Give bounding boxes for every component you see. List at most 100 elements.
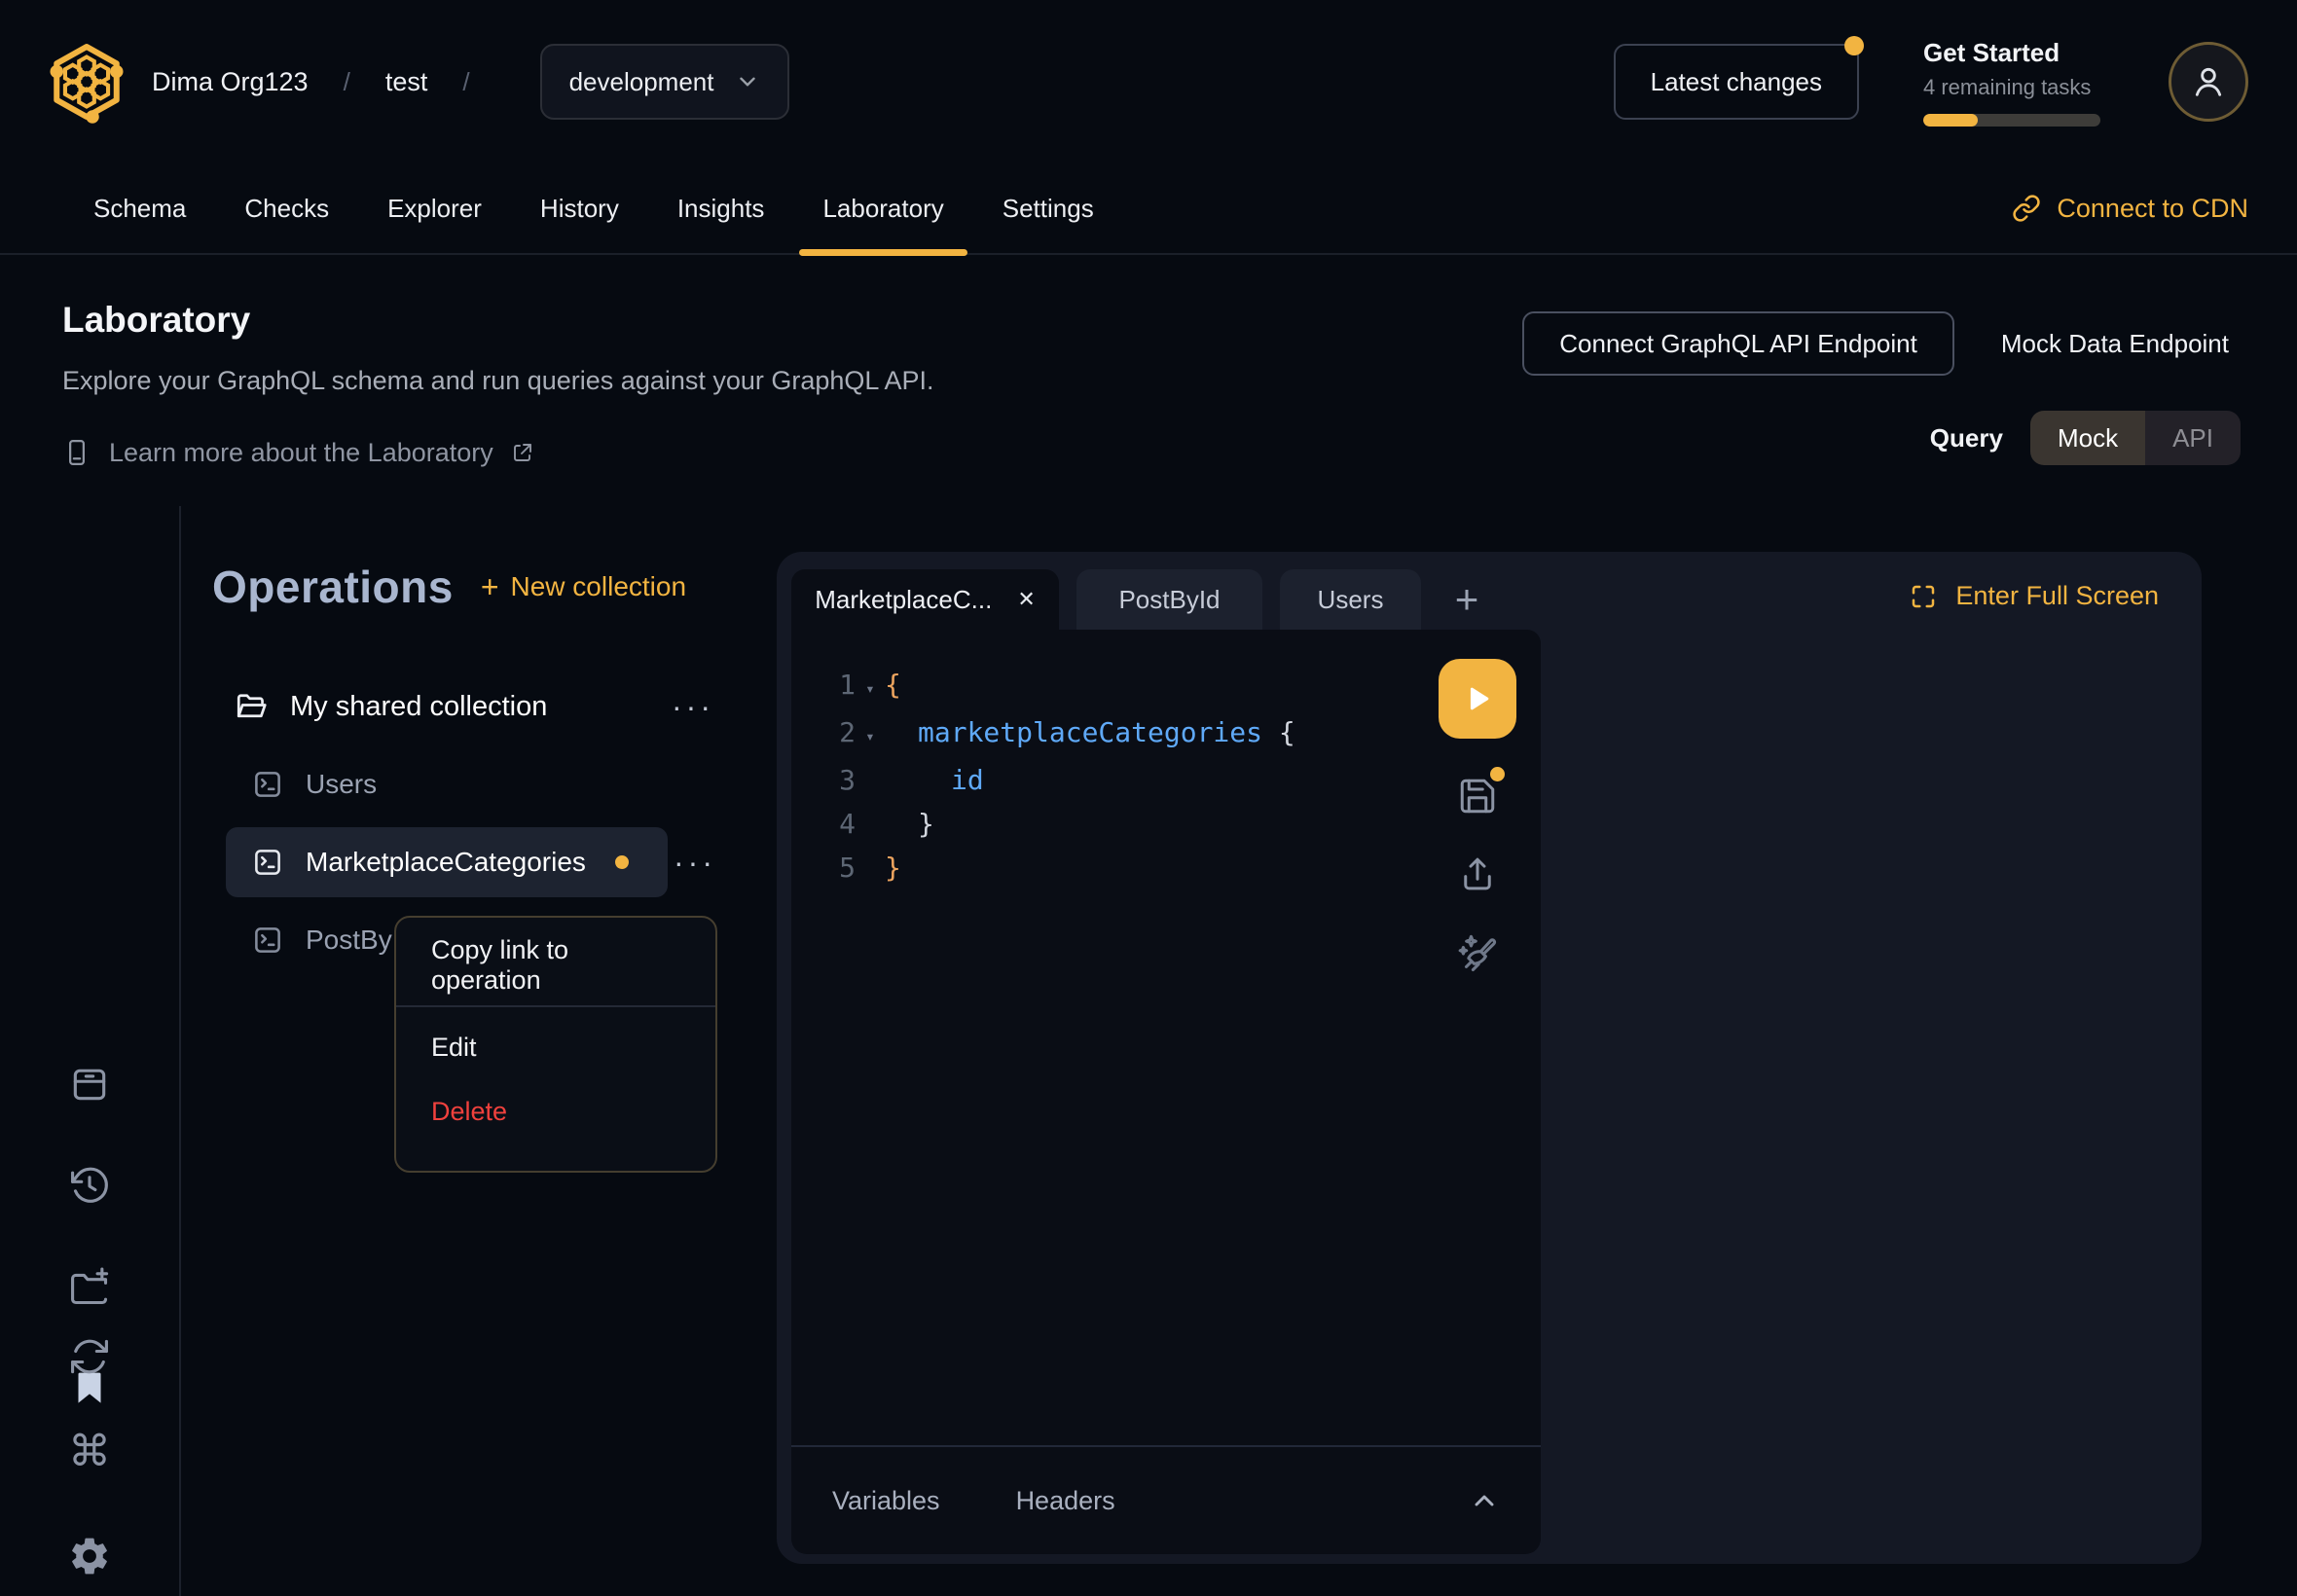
unsaved-changes-dot [1490,767,1505,781]
breadcrumb-project[interactable]: test [385,67,428,97]
line-number: 4 [791,802,856,846]
operation-row-marketplacecategories[interactable]: MarketplaceCategories ··· [226,827,668,897]
save-operation-icon[interactable] [1457,776,1498,816]
operation-icon [251,846,284,879]
operations-panel: Operations + New collection My shared co… [181,506,777,975]
folder-plus-icon[interactable] [68,1265,111,1308]
chevron-up-icon[interactable] [1469,1485,1500,1516]
tab-laboratory[interactable]: Laboratory [793,163,972,254]
learn-more-link[interactable]: Learn more about the Laboratory [62,437,933,468]
get-started-title: Get Started [1923,38,2100,68]
page-subtitle: Explore your GraphQL schema and run quer… [62,366,933,396]
menu-item-edit[interactable]: Edit [396,1015,715,1079]
new-collection-button[interactable]: + New collection [481,569,686,605]
user-avatar[interactable] [2169,42,2248,122]
page-header-left: Laboratory Explore your GraphQL schema a… [62,300,933,468]
collections-document-icon[interactable] [68,1063,111,1106]
code-area[interactable]: 1 ▾ { 2 ▾ marketplaceCategories { 3 id 4… [791,663,1414,889]
code-line: 2 ▾ marketplaceCategories { [791,710,1414,758]
toggle-option-mock[interactable]: Mock [2030,411,2145,465]
editor-tab-users[interactable]: Users [1280,569,1421,630]
breadcrumb-separator: / [344,67,350,97]
get-started-subtitle: 4 remaining tasks [1923,75,2100,100]
variant-select[interactable]: development [540,44,790,120]
menu-divider [396,1005,715,1007]
collection-row[interactable]: My shared collection ··· [181,671,777,742]
editor-tab-postbyid[interactable]: PostById [1076,569,1262,630]
operation-row-users[interactable]: Users [181,749,777,819]
enter-fullscreen-button[interactable]: Enter Full Screen [1909,581,2159,611]
line-number: 2 [791,710,856,754]
tab-history[interactable]: History [511,163,648,254]
query-label: Query [1930,423,2003,453]
external-link-icon [511,441,534,464]
menu-item-delete[interactable]: Delete [396,1079,715,1143]
line-number: 1 [791,663,856,707]
refresh-schema-icon[interactable] [68,1335,111,1378]
graphos-logo-icon[interactable] [49,41,125,123]
connect-graphql-endpoint-button[interactable]: Connect GraphQL API Endpoint [1522,311,1954,376]
editor-toolbar [1436,659,1519,976]
link-icon [2012,194,2041,223]
toggle-option-api[interactable]: API [2145,411,2241,465]
collection-name: My shared collection [290,691,547,723]
mock-data-endpoint-button[interactable]: Mock Data Endpoint [2001,329,2241,359]
code-line: 1 ▾ { [791,663,1414,710]
variables-tab[interactable]: Variables [832,1486,940,1516]
code-token: } [885,846,901,889]
latest-changes-button[interactable]: Latest changes [1614,44,1859,120]
fold-caret-icon[interactable]: ▾ [856,667,885,710]
fold-caret-icon[interactable]: ▾ [856,714,885,758]
person-icon [2189,62,2228,101]
query-editor[interactable]: 1 ▾ { 2 ▾ marketplaceCategories { 3 id 4… [791,630,1541,1554]
unsaved-changes-dot [615,855,629,869]
get-started-widget[interactable]: Get Started 4 remaining tasks [1923,38,2100,127]
learn-more-label: Learn more about the Laboratory [109,438,493,468]
collection-menu-icon[interactable]: ··· [672,691,714,722]
code-line: 5 } [791,846,1414,889]
code-line: 3 id [791,758,1414,802]
line-number: 5 [791,846,856,889]
breadcrumb-separator: / [462,67,469,97]
rail-bottom-group: ⌘ [0,1335,179,1586]
operation-icon [251,768,284,801]
share-upload-icon[interactable] [1457,853,1498,894]
laboratory-side-rail: ⌘ [0,506,181,1596]
settings-gear-icon[interactable] [67,1534,112,1578]
operation-label: Users [306,769,377,800]
operation-context-menu: Copy link to operation Edit Delete [394,916,717,1173]
keyboard-shortcuts-icon[interactable]: ⌘ [68,1431,111,1473]
editor-tab-marketplacecategories[interactable]: MarketplaceC... ✕ [791,569,1059,630]
headers-tab[interactable]: Headers [1016,1486,1115,1516]
connect-to-cdn-link[interactable]: Connect to CDN [2012,194,2248,224]
close-icon[interactable]: ✕ [1017,587,1035,612]
tab-checks[interactable]: Checks [215,163,358,254]
fullscreen-icon [1909,582,1938,611]
tab-insights[interactable]: Insights [648,163,794,254]
connect-to-cdn-label: Connect to CDN [2057,194,2248,224]
add-tab-button[interactable]: + [1439,569,1495,630]
tab-settings[interactable]: Settings [973,163,1123,254]
menu-item-copy-link[interactable]: Copy link to operation [396,933,715,998]
page-title: Laboratory [62,300,933,341]
run-history-icon[interactable] [68,1164,111,1207]
operation-icon [251,924,284,957]
query-mode-row: Query Mock API [1930,411,2241,465]
enter-fullscreen-label: Enter Full Screen [1955,581,2159,611]
run-query-button[interactable] [1439,659,1516,739]
code-token: { [885,663,901,707]
latest-changes-label: Latest changes [1651,67,1822,97]
page-header-right: Connect GraphQL API Endpoint Mock Data E… [1522,311,2241,465]
tab-explorer[interactable]: Explorer [358,163,511,254]
operation-label: MarketplaceCategories [306,847,586,878]
chevron-down-icon [735,69,760,94]
operations-title: Operations [212,561,454,613]
operations-header: Operations + New collection [181,561,777,613]
endpoint-actions: Connect GraphQL API Endpoint Mock Data E… [1522,311,2241,376]
operation-menu-icon[interactable]: ··· [674,847,716,878]
mock-api-toggle: Mock API [2030,411,2241,465]
breadcrumb-org[interactable]: Dima Org123 [152,67,309,97]
line-number: 3 [791,758,856,802]
tab-schema[interactable]: Schema [64,163,215,254]
prettify-broom-icon[interactable] [1455,931,1500,976]
